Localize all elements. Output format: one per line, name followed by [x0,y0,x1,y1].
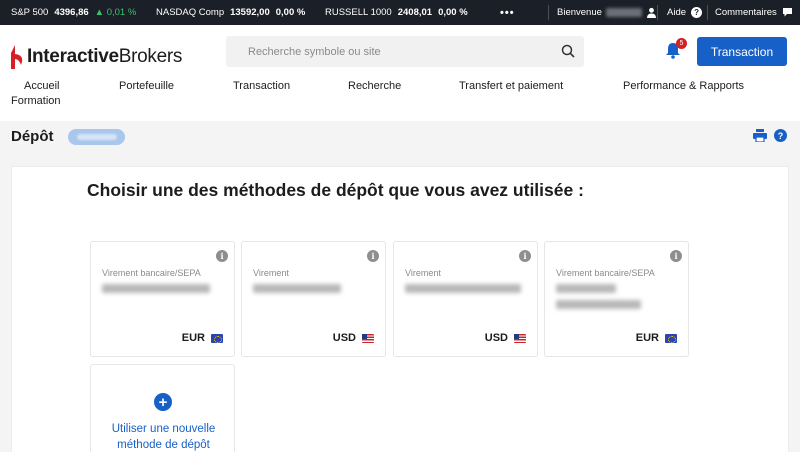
ticker-russell[interactable]: RUSSELL 1000 2408,01 0,00 % [325,0,468,25]
ticker-sp500[interactable]: S&P 500 4396,86 ▲ 0,01 % [11,0,136,25]
print-icon[interactable] [753,129,767,142]
currency: EUR [182,332,223,344]
nav-transaction[interactable]: Transaction [233,80,290,92]
ticker-change: 0,00 % [275,7,306,18]
currency-code: USD [332,332,356,344]
welcome-label: Bienvenue [557,7,602,18]
currency-code: USD [484,332,508,344]
ticker-value: 2408,01 [397,7,433,18]
method-type: Virement bancaire/SEPA [102,268,201,278]
currency: USD [333,332,374,344]
user-menu[interactable]: Bienvenue [557,0,657,25]
method-type: Virement [405,268,441,278]
ib-logo-mark-icon [11,45,23,69]
deposit-method-card[interactable]: i Virement bancaire/SEPA EUR [90,241,235,357]
eu-flag-icon [665,333,677,343]
comments-label: Commentaires [715,7,777,18]
transaction-button[interactable]: Transaction [697,37,787,66]
deposit-method-card[interactable]: i Virement USD [393,241,538,357]
currency: USD [485,332,526,344]
deposit-method-heading: Choisir une des méthodes de dépôt que vo… [87,180,584,200]
ticker-value: 13592,00 [230,7,270,18]
divider [707,5,708,20]
divider [548,5,549,20]
chat-bubble-icon [782,8,792,17]
more-tickers-button[interactable]: ••• [500,0,515,25]
account-details-redacted [556,284,616,293]
info-icon[interactable]: i [216,250,228,262]
new-method-label-line: méthode de dépôt [117,439,210,451]
deposit-method-card[interactable]: i Virement USD [241,241,386,357]
ib-logo[interactable]: Interactive Brokers [11,45,182,69]
us-flag-icon [362,333,374,343]
nav-recherche[interactable]: Recherche [348,80,401,92]
divider [657,5,658,20]
info-icon[interactable]: i [519,250,531,262]
main-header: Interactive Brokers Recherche symbole ou … [0,25,800,121]
help-question-icon[interactable]: ? [774,129,787,142]
username-redacted [605,8,642,17]
plus-icon: + [154,393,172,411]
account-id-redacted [76,134,117,140]
comments-menu[interactable]: Commentaires [715,0,793,25]
user-icon [646,7,656,18]
currency-code: EUR [635,332,659,344]
method-type: Virement bancaire/SEPA [556,268,655,278]
account-details-redacted [556,300,641,309]
question-icon: ? [691,7,703,18]
account-details-redacted [405,284,521,293]
ticker-name: S&P 500 [11,7,49,18]
nav-transfert-paiement[interactable]: Transfert et paiement [459,80,563,92]
ticker-value: 4396,86 [54,7,89,18]
market-ticker-bar: S&P 500 4396,86 ▲ 0,01 % NASDAQ Comp 135… [0,0,800,25]
currency-code: EUR [181,332,205,344]
account-details-redacted [253,284,341,293]
ticker-nasdaq[interactable]: NASDAQ Comp 13592,00 0,00 % [156,0,305,25]
method-type: Virement [253,268,289,278]
account-selector[interactable] [68,129,125,145]
eu-flag-icon [211,333,223,343]
page-title: Dépôt [11,128,54,145]
nav-formation[interactable]: Formation [11,95,61,107]
ticker-name: RUSSELL 1000 [325,7,392,18]
deposit-method-card[interactable]: i Virement bancaire/SEPA EUR [544,241,689,357]
ticker-change: 0,00 % [438,7,468,18]
search-input[interactable]: Recherche symbole ou site [226,36,584,67]
info-icon[interactable]: i [670,250,682,262]
new-deposit-method-card[interactable]: + Utiliser une nouvelle méthode de dépôt [90,364,235,452]
search-icon[interactable] [561,44,575,58]
nav-portefeuille[interactable]: Portefeuille [119,80,174,92]
help-menu[interactable]: Aide ? [667,0,703,25]
logo-text-light: Brokers [118,46,183,67]
us-flag-icon [514,333,526,343]
info-icon[interactable]: i [367,250,379,262]
search-placeholder: Recherche symbole ou site [248,45,381,58]
notification-badge: 5 [676,38,687,49]
ticker-change: ▲ 0,01 % [94,7,137,18]
new-method-label-line: Utiliser une nouvelle [111,423,216,435]
nav-performance-rapports[interactable]: Performance & Rapports [623,80,744,92]
ticker-name: NASDAQ Comp [156,7,225,18]
help-label: Aide [667,7,687,18]
account-details-redacted [102,284,210,293]
currency: EUR [636,332,677,344]
logo-text-bold: Interactive [27,46,119,67]
new-method-label: Utiliser une nouvelle méthode de dépôt [91,421,236,452]
nav-accueil[interactable]: Accueil [24,80,59,92]
